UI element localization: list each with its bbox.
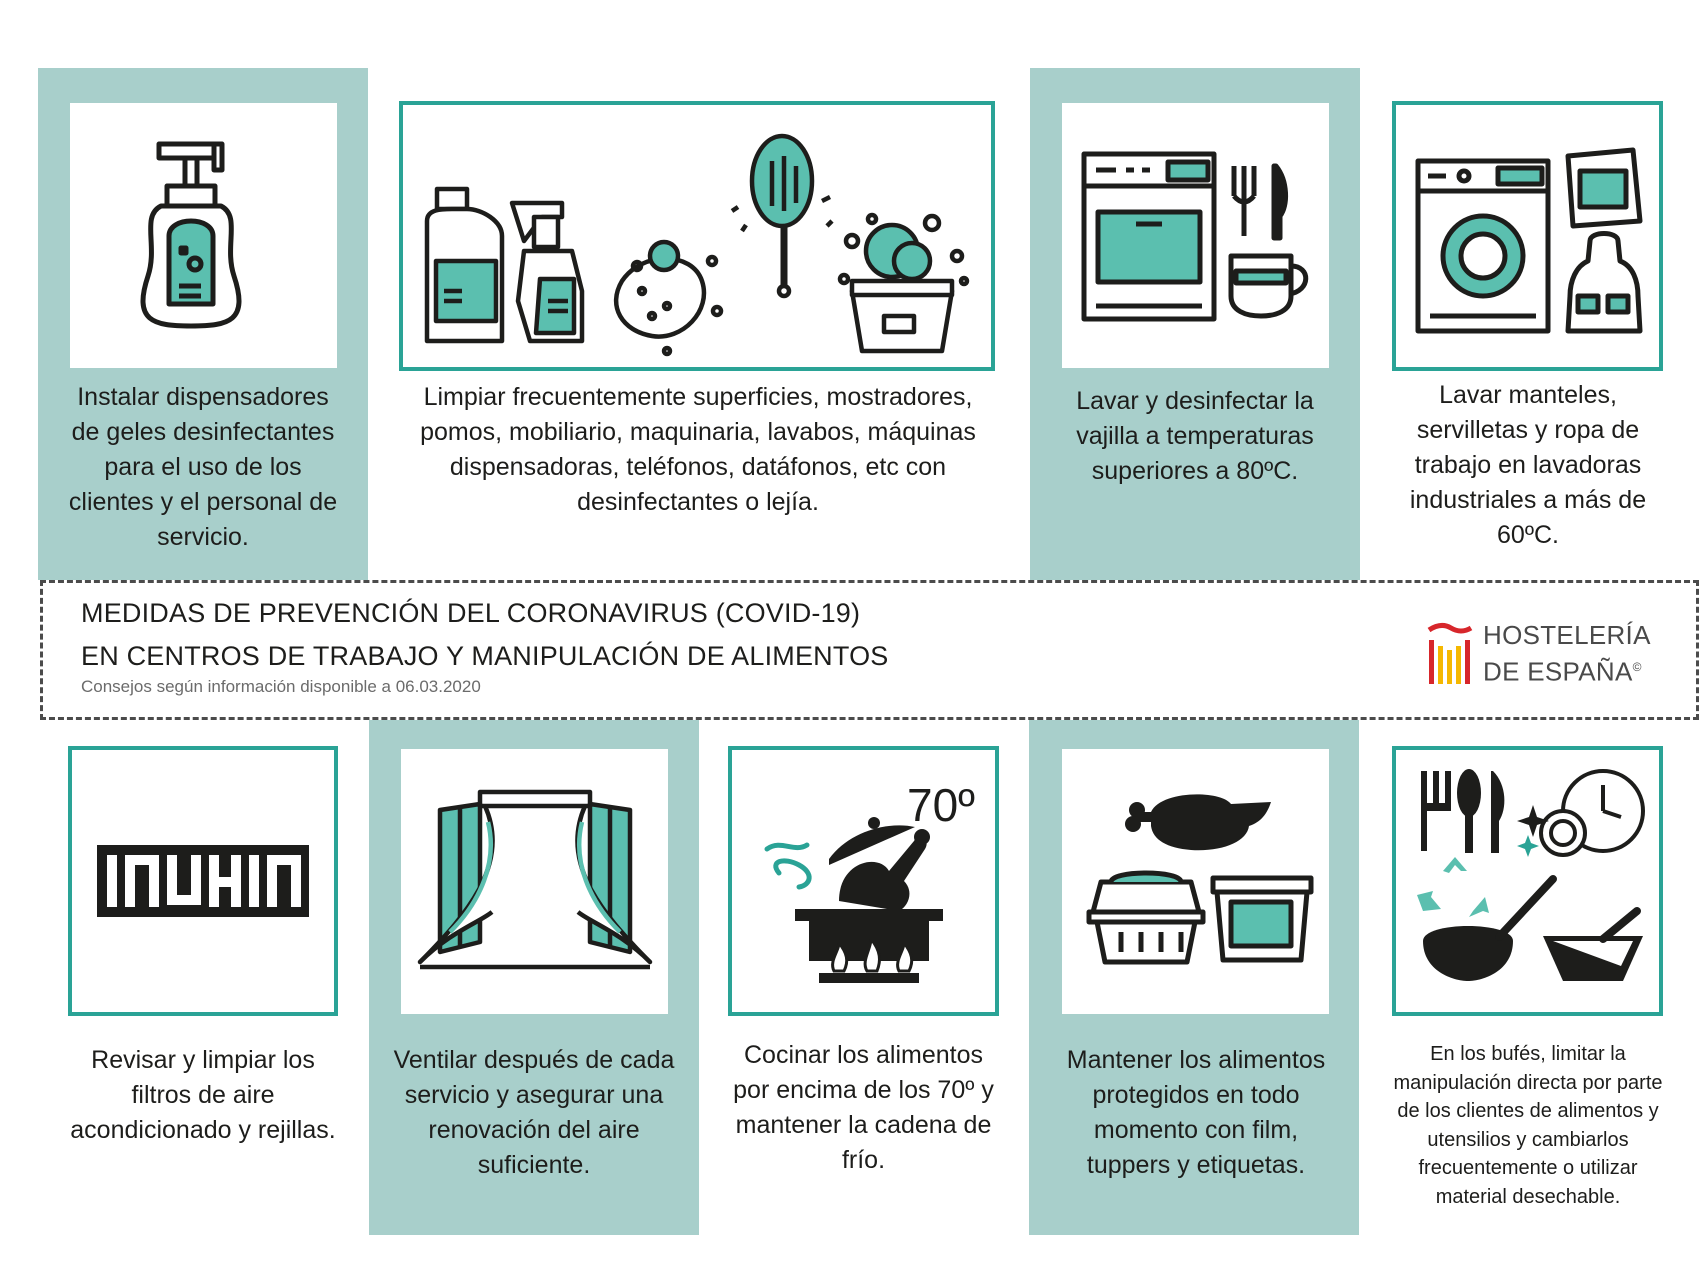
- caption-1: Instalar dispensadores de geles desinfec…: [68, 383, 338, 551]
- caption-6: Ventilar después de cada servicio y aseg…: [393, 1046, 675, 1179]
- banner-title-line2: EN CENTROS DE TRABAJO Y MANIPULACIÓN DE …: [81, 641, 889, 671]
- food-containers-icon: [1086, 793, 1313, 964]
- title-banner: MEDIDAS DE PREVENCIÓN DEL CORONAVIRUS (C…: [40, 580, 1699, 720]
- caption-4: Lavar manteles, servilletas y ropa de tr…: [1409, 381, 1647, 549]
- air-filter-icon: [97, 845, 309, 917]
- banner-title-line1: MEDIDAS DE PREVENCIÓN DEL CORONAVIRUS (C…: [81, 598, 861, 628]
- buffet-utensils-icon: [1416, 769, 1645, 981]
- caption-2: Limpiar frecuentemente superficies, most…: [420, 383, 976, 516]
- icon-frame-8: [1062, 749, 1329, 1014]
- dishwasher-icon: [1081, 151, 1308, 321]
- logo-line1: HOSTELERÍA: [1483, 620, 1651, 650]
- icon-frame-9: [1392, 746, 1663, 1016]
- icon-frame-1: [70, 103, 337, 368]
- caption-9: En los bufés, limitar la manipulación di…: [1393, 1043, 1663, 1208]
- caption-7: Cocinar los alimentos por encima de los …: [733, 1041, 994, 1174]
- banner-subtitle: Consejos según información disponible a …: [81, 677, 481, 696]
- soap-dispenser-icon: [140, 141, 241, 328]
- temp-label: 70º: [907, 779, 975, 831]
- icon-frame-5: [68, 746, 338, 1016]
- cooking-pot-icon: 70º: [764, 779, 975, 983]
- icon-frame-3: [1062, 103, 1329, 368]
- caption-3: Lavar y desinfectar la vajilla a tempera…: [1076, 387, 1314, 485]
- logo-line2: DE ESPAÑA©: [1483, 652, 1642, 687]
- cleaning-products-icon: [424, 133, 970, 357]
- washing-machine-icon: [1415, 147, 1642, 334]
- caption-5: Revisar y limpiar los filtros de aire ac…: [70, 1046, 336, 1144]
- icon-frame-4: [1392, 101, 1663, 371]
- hosteleria-logo: HOSTELERÍA DE ESPAÑA©: [1427, 618, 1657, 688]
- logo-copyright: ©: [1632, 660, 1642, 674]
- caption-8: Mantener los alimentos protegidos en tod…: [1066, 1046, 1326, 1179]
- icon-frame-7: 70º: [728, 746, 999, 1016]
- icon-frame-2: [399, 101, 995, 371]
- icon-frame-6: [401, 749, 668, 1014]
- logo-line2-text: DE ESPAÑA: [1483, 656, 1633, 687]
- logo-mark-icon: [1427, 622, 1473, 684]
- window-ventilation-icon: [417, 789, 652, 969]
